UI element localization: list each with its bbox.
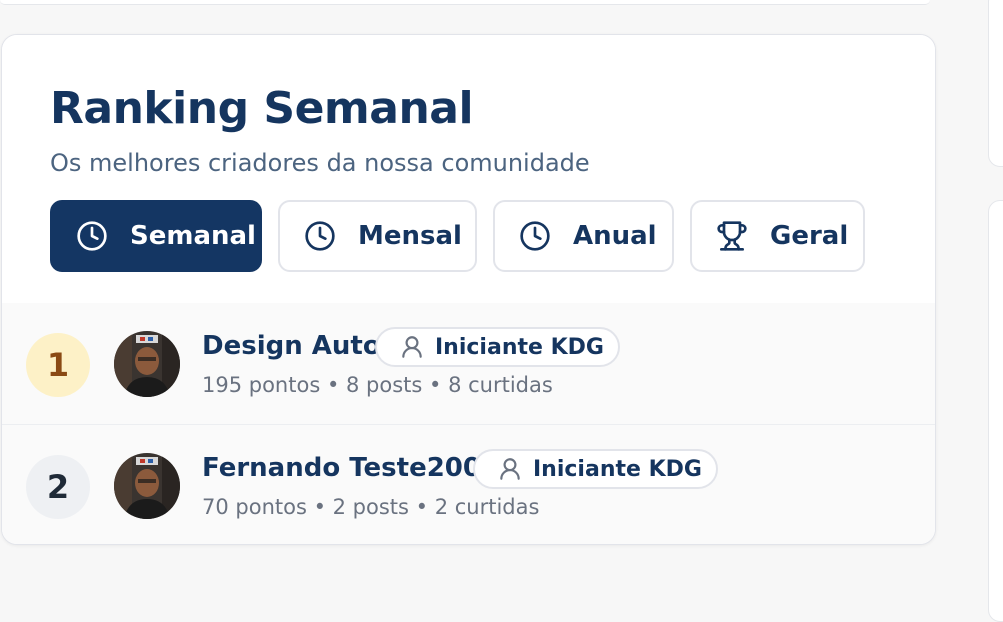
ranking-list: 1 Design Auto Iniciante KDG 195 pontos •… bbox=[2, 303, 935, 544]
tab-mensal[interactable]: Mensal bbox=[278, 200, 477, 272]
previous-card-edge bbox=[0, 0, 930, 5]
avatar[interactable] bbox=[114, 453, 180, 519]
rank-badge: 1 bbox=[26, 333, 90, 397]
tab-anual[interactable]: Anual bbox=[493, 200, 674, 272]
list-item[interactable]: 1 Design Auto Iniciante KDG 195 pontos •… bbox=[2, 303, 935, 425]
clock-icon bbox=[304, 220, 336, 252]
user-stats: 70 pontos • 2 posts • 2 curtidas bbox=[202, 495, 540, 519]
list-item[interactable]: 2 Fernando Teste2000 Iniciante KDG 70 po… bbox=[2, 425, 935, 544]
side-card bbox=[988, 200, 1003, 622]
user-name[interactable]: Design Auto bbox=[202, 331, 381, 361]
user-icon bbox=[497, 456, 523, 482]
avatar[interactable] bbox=[114, 331, 180, 397]
ranking-card: Ranking Semanal Os melhores criadores da… bbox=[1, 34, 936, 545]
tab-label: Mensal bbox=[358, 221, 462, 251]
level-badge-label: Iniciante KDG bbox=[435, 334, 604, 360]
level-badge: Iniciante KDG bbox=[473, 449, 718, 489]
clock-icon bbox=[519, 220, 551, 252]
page-title: Ranking Semanal bbox=[50, 83, 474, 134]
tab-semanal[interactable]: Semanal bbox=[50, 200, 262, 272]
user-stats: 195 pontos • 8 posts • 8 curtidas bbox=[202, 373, 553, 397]
page-subtitle: Os melhores criadores da nossa comunidad… bbox=[50, 149, 590, 177]
clock-icon bbox=[76, 220, 108, 252]
tab-label: Semanal bbox=[130, 221, 256, 251]
tab-label: Anual bbox=[573, 221, 657, 251]
user-name[interactable]: Fernando Teste2000 bbox=[202, 453, 499, 483]
level-badge-label: Iniciante KDG bbox=[533, 456, 702, 482]
level-badge: Iniciante KDG bbox=[375, 327, 620, 367]
trophy-icon bbox=[716, 220, 748, 252]
rank-badge: 2 bbox=[26, 455, 90, 519]
ranking-header: Ranking Semanal Os melhores criadores da… bbox=[2, 35, 935, 303]
tab-label: Geral bbox=[770, 221, 849, 251]
user-icon bbox=[399, 334, 425, 360]
tab-geral[interactable]: Geral bbox=[690, 200, 865, 272]
side-card bbox=[988, 0, 1003, 167]
